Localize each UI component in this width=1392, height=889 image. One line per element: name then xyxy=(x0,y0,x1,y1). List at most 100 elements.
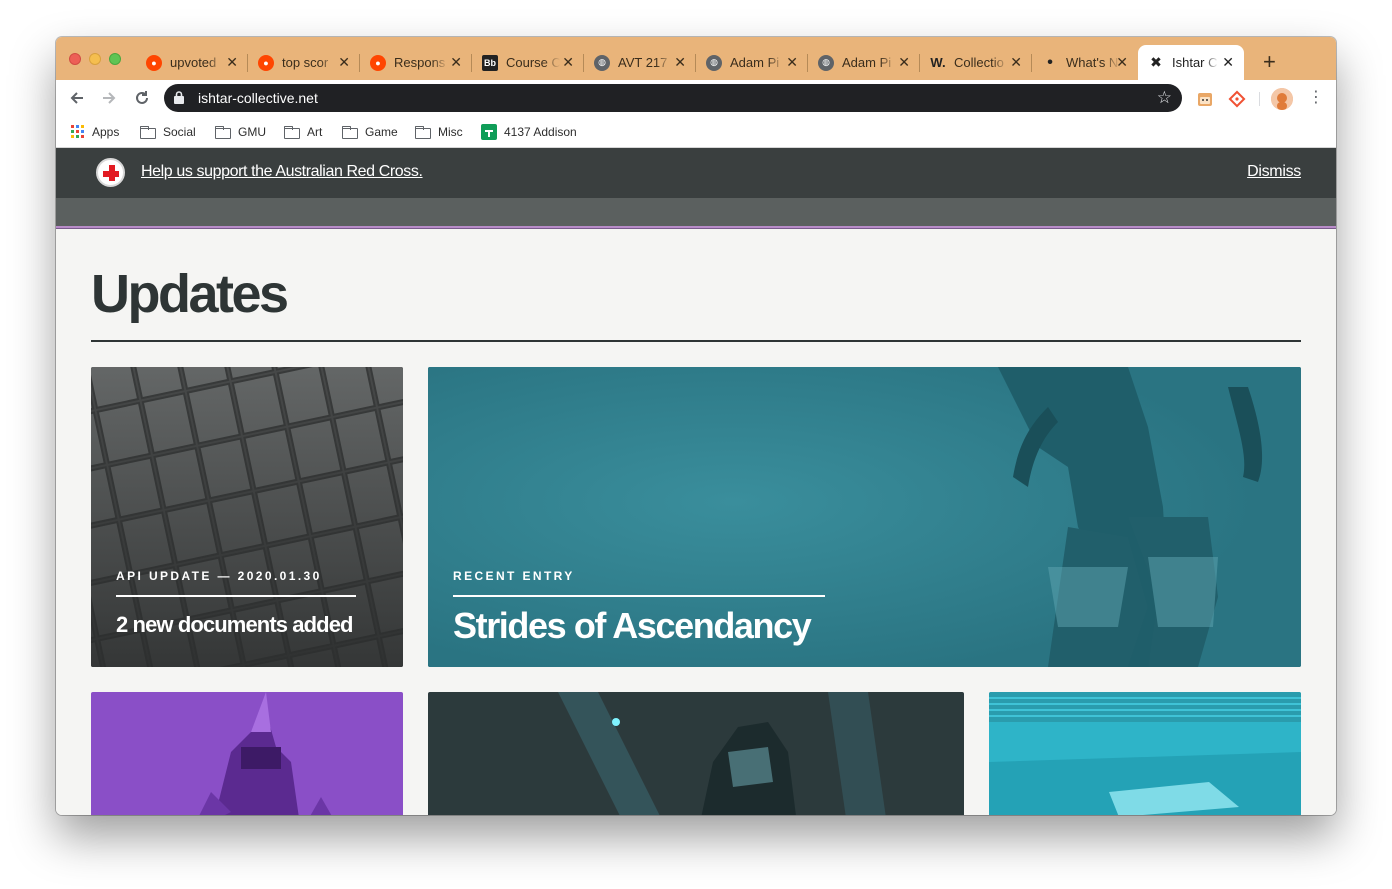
api-update-card[interactable]: API UPDATE — 2020.01.30 2 new documents … xyxy=(91,367,403,667)
globe-icon: ◍ xyxy=(594,54,610,71)
tab-avt-217[interactable]: ◍ AVT 217 ✕ xyxy=(584,45,696,80)
bookmark-folder-gmu[interactable]: GMU xyxy=(215,123,266,141)
bookmark-label: GMU xyxy=(238,125,266,139)
folder-icon xyxy=(342,126,358,139)
tab-respons[interactable]: ● Respons ✕ xyxy=(360,45,472,80)
folder-icon xyxy=(415,126,431,139)
sheets-icon xyxy=(481,124,497,140)
blackboard-icon: Bb xyxy=(482,54,498,71)
bookmarks-bar: Apps Social GMU Art Game Misc 4137 Addis… xyxy=(56,116,1336,148)
site-nav-bar xyxy=(56,198,1336,229)
folder-icon xyxy=(284,126,300,139)
tab-ishtar-active[interactable]: ✖ Ishtar Co ✕ xyxy=(1138,45,1244,80)
red-cross-banner: Help us support the Australian Red Cross… xyxy=(56,148,1336,198)
bookmark-star-icon[interactable]: ☆ xyxy=(1157,88,1172,108)
tab-title: What's N xyxy=(1066,55,1119,70)
minimize-window-button[interactable] xyxy=(89,53,101,65)
tab-adam-pi-2[interactable]: ◍ Adam Pi ✕ xyxy=(808,45,920,80)
page-title: Updates xyxy=(91,264,289,324)
close-tab-icon[interactable]: ✕ xyxy=(1222,55,1234,69)
toolbar-divider xyxy=(1259,92,1260,106)
folder-icon xyxy=(215,126,231,139)
tab-title: Respons xyxy=(394,55,446,70)
close-tab-icon[interactable]: ✕ xyxy=(338,55,350,69)
title-divider xyxy=(91,340,1301,342)
globe-icon: ◍ xyxy=(818,54,834,71)
ishtar-icon: ✖ xyxy=(1150,54,1162,70)
bookmark-label: Social xyxy=(163,125,196,139)
close-tab-icon[interactable]: ✕ xyxy=(226,55,238,69)
folder-icon xyxy=(140,126,156,139)
card-kicker: API UPDATE — 2020.01.30 xyxy=(116,569,322,583)
reddit-icon: ● xyxy=(258,54,274,71)
tab-top-scor[interactable]: ● top scor ✕ xyxy=(248,45,360,80)
bookmark-label: 4137 Addison xyxy=(504,125,577,139)
tab-whats-n[interactable]: • What's N ✕ xyxy=(1032,45,1138,80)
banner-support-link[interactable]: Help us support the Australian Red Cross… xyxy=(141,163,423,181)
reload-button[interactable] xyxy=(130,86,154,110)
tab-title: Adam Pi xyxy=(842,55,892,70)
purple-card[interactable] xyxy=(91,692,403,815)
teal-scene-card[interactable] xyxy=(989,692,1301,815)
tab-course[interactable]: Bb Course C ✕ xyxy=(472,45,584,80)
close-window-button[interactable] xyxy=(69,53,81,65)
close-tab-icon[interactable]: ✕ xyxy=(786,55,798,69)
forward-arrow-icon xyxy=(103,92,116,104)
close-tab-icon[interactable]: ✕ xyxy=(674,55,686,69)
url-text: ishtar-collective.net xyxy=(198,90,318,106)
card-hooded-image xyxy=(558,692,886,815)
browser-window: ● upvoted ✕ ● top scor ✕ ● Respons ✕ Bb … xyxy=(56,37,1336,815)
address-bar[interactable]: ishtar-collective.net ☆ xyxy=(164,84,1182,112)
new-tab-button[interactable]: + xyxy=(1263,51,1276,73)
reddit-icon: ● xyxy=(146,54,162,71)
close-tab-icon[interactable]: ✕ xyxy=(562,55,574,69)
card-landscape-image xyxy=(989,692,1301,815)
close-tab-icon[interactable]: ✕ xyxy=(1116,55,1128,69)
forward-button[interactable] xyxy=(97,86,121,110)
red-cross-logo-icon xyxy=(96,158,125,187)
bookmark-label: Misc xyxy=(438,125,463,139)
browser-menu-icon[interactable]: ⋮ xyxy=(1308,88,1324,108)
tab-title: Course C xyxy=(506,55,560,70)
bookmark-folder-misc[interactable]: Misc xyxy=(415,123,463,141)
close-tab-icon[interactable]: ✕ xyxy=(1010,55,1022,69)
back-button[interactable] xyxy=(65,86,89,110)
tab-adam-pi-1[interactable]: ◍ Adam Pi ✕ xyxy=(696,45,808,80)
bookmark-apps[interactable]: Apps xyxy=(71,123,119,141)
tab-upvoted[interactable]: ● upvoted ✕ xyxy=(136,45,248,80)
bookmark-label: Apps xyxy=(92,125,120,139)
page-content: Help us support the Australian Red Cross… xyxy=(56,148,1336,815)
reddit-icon: ● xyxy=(370,54,386,71)
tab-collectio[interactable]: W. Collectio ✕ xyxy=(920,45,1032,80)
bookmark-label: Art xyxy=(307,125,323,139)
hooded-figure-card[interactable] xyxy=(428,692,964,815)
card-title: 2 new documents added xyxy=(116,612,353,637)
profile-avatar[interactable] xyxy=(1271,88,1293,110)
extension-face-icon[interactable] xyxy=(1196,90,1214,108)
close-tab-icon[interactable]: ✕ xyxy=(450,55,462,69)
bookmark-folder-game[interactable]: Game xyxy=(342,123,398,141)
banner-dismiss-link[interactable]: Dismiss xyxy=(1247,163,1301,181)
tab-title: Adam Pi xyxy=(730,55,780,70)
card-kicker: RECENT ENTRY xyxy=(453,569,575,583)
close-tab-icon[interactable]: ✕ xyxy=(898,55,910,69)
maximize-window-button[interactable] xyxy=(109,53,121,65)
tab-title: AVT 217 xyxy=(618,55,668,70)
browser-toolbar: ishtar-collective.net ☆ ⋮ xyxy=(56,80,1336,116)
tab-title: top scor xyxy=(282,55,329,70)
bookmark-label: Game xyxy=(365,125,398,139)
tab-title: upvoted xyxy=(170,55,217,70)
tab-title: Collectio xyxy=(954,55,1004,70)
git-extension-icon[interactable] xyxy=(1228,90,1246,108)
bookmark-4137-addison[interactable]: 4137 Addison xyxy=(481,123,577,141)
card-kicker-rule xyxy=(453,595,825,597)
bookmark-folder-art[interactable]: Art xyxy=(284,123,322,141)
reload-icon xyxy=(136,91,148,104)
bookmark-folder-social[interactable]: Social xyxy=(140,123,196,141)
card-kicker-rule xyxy=(116,595,356,597)
card-title: Strides of Ascendancy xyxy=(453,605,812,646)
dot-icon: • xyxy=(1047,53,1053,71)
back-arrow-icon xyxy=(70,92,83,104)
globe-icon: ◍ xyxy=(706,54,722,71)
recent-entry-card[interactable]: RECENT ENTRY Strides of Ascendancy xyxy=(428,367,1301,667)
